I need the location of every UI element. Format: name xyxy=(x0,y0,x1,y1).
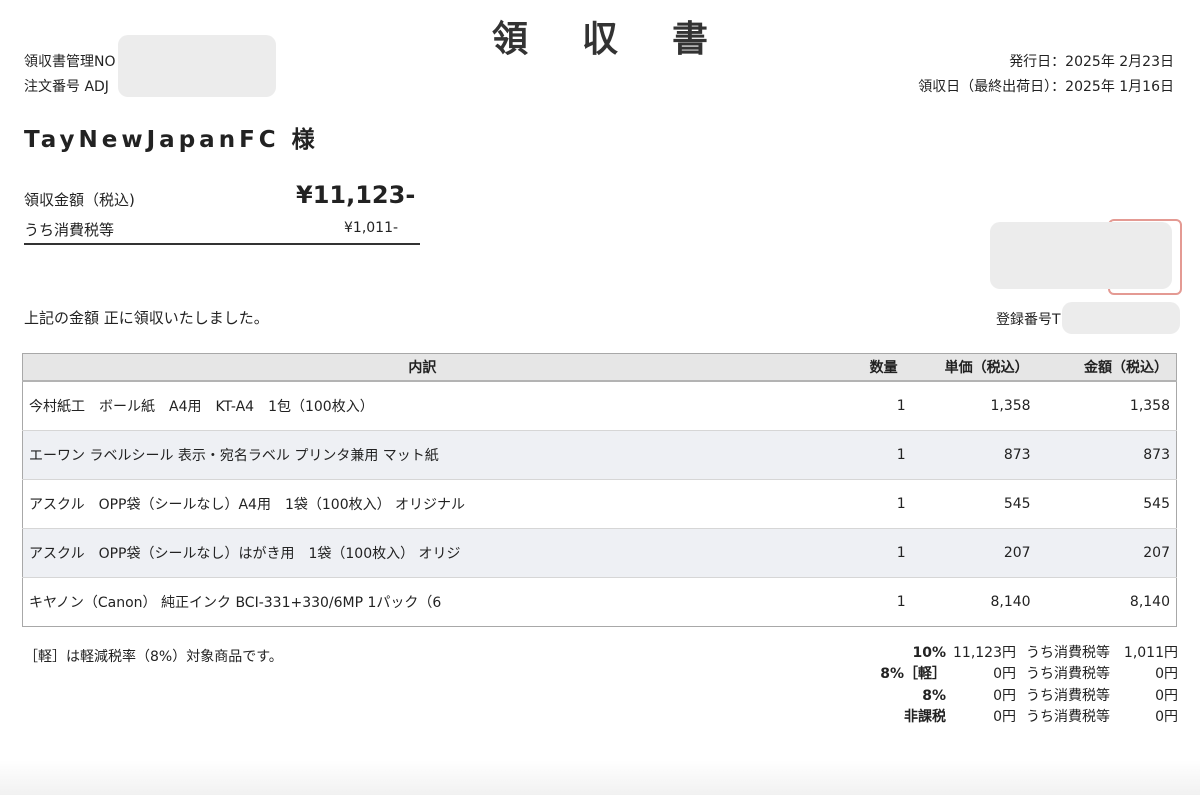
taxable-amount: 0円 xyxy=(993,687,1016,704)
item-quantity: 1 xyxy=(821,528,906,578)
table-header-row: 内訳 数量 単価（税込） 金額（税込） xyxy=(22,353,1177,382)
item-amount: 207 xyxy=(1036,528,1177,578)
receipt-mgmt-number-label: 領収書管理NO xyxy=(24,54,116,70)
taxable-amount: 0円 xyxy=(993,708,1016,725)
taxable-amount: 11,123円 xyxy=(953,645,1016,661)
redacted-registration-number xyxy=(1062,302,1180,334)
item-unit-price: 207 xyxy=(905,528,1037,578)
amount-value: ¥11,123- xyxy=(296,181,416,209)
item-amount: 545 xyxy=(1036,479,1177,529)
customer-name: TayNewJapanFC 様 xyxy=(24,127,319,153)
item-unit-price: 545 xyxy=(905,479,1037,529)
received-statement: 上記の金額 正に領収いたしました。 xyxy=(24,309,269,327)
tax-label: うち消費税等 xyxy=(1026,666,1110,683)
item-name: キヤノン（Canon） 純正インク BCI-331+330/6MP 1パック（6 xyxy=(22,577,822,627)
consumption-tax-value: ¥1,011- xyxy=(344,220,399,236)
column-header-quantity: 数量 xyxy=(821,353,906,382)
tax-amount: 0円 xyxy=(1155,687,1178,704)
column-header-amount: 金額（税込） xyxy=(1036,353,1177,382)
table-row: エーワン ラベルシール 表示・宛名ラベル プリンタ兼用 マット紙 1 873 8… xyxy=(22,430,1177,480)
item-unit-price: 873 xyxy=(905,430,1037,480)
column-header-unit-price: 単価（税込） xyxy=(905,353,1037,382)
table-row: アスクル OPP袋（シールなし）A4用 1袋（100枚入） オリジナル 1 54… xyxy=(22,479,1177,529)
issue-date: 発行日：2025年 2月23日 xyxy=(1009,54,1174,70)
tax-rate-summary: 10% 11,123円 うち消費税等 1,011円 8%［軽］ 0円 うち消費税… xyxy=(800,643,1178,728)
tax-amount: 0円 xyxy=(1155,708,1178,725)
consumption-tax-label: うち消費税等 xyxy=(24,221,115,239)
tax-rate: 8% xyxy=(922,687,946,704)
tax-rate: 非課税 xyxy=(904,708,946,725)
item-amount: 8,140 xyxy=(1036,577,1177,627)
receipt-date: 領収日（最終出荷日）：2025年 1月16日 xyxy=(918,79,1174,95)
item-unit-price: 1,358 xyxy=(905,380,1037,431)
registration-number-label: 登録番号T xyxy=(996,312,1061,328)
tax-rate: 10% xyxy=(912,645,946,661)
table-row: アスクル OPP袋（シールなし）はがき用 1袋（100枚入） オリジ 1 207… xyxy=(22,528,1177,578)
amount-underline xyxy=(24,243,420,245)
tax-label: うち消費税等 xyxy=(1026,708,1110,725)
tax-label: うち消費税等 xyxy=(1026,645,1110,661)
table-row: 今村紙工 ボール紙 A4用 KT-A4 1包（100枚入） 1 1,358 1,… xyxy=(22,380,1177,431)
item-name: アスクル OPP袋（シールなし）はがき用 1袋（100枚入） オリジ xyxy=(22,528,822,578)
page-bottom-edge xyxy=(0,760,1200,795)
item-unit-price: 8,140 xyxy=(905,577,1037,627)
item-name: エーワン ラベルシール 表示・宛名ラベル プリンタ兼用 マット紙 xyxy=(22,430,822,480)
redacted-company-block xyxy=(990,222,1172,289)
item-quantity: 1 xyxy=(821,479,906,529)
tax-amount: 0円 xyxy=(1155,666,1178,683)
reduced-tax-note: ［軽］は軽減税率（8%）対象商品です。 xyxy=(24,649,283,665)
taxable-amount: 0円 xyxy=(993,666,1016,683)
column-header-item: 内訳 xyxy=(22,353,822,382)
tax-label: うち消費税等 xyxy=(1026,687,1110,704)
item-name: アスクル OPP袋（シールなし）A4用 1袋（100枚入） オリジナル xyxy=(22,479,822,529)
items-table: 内訳 数量 単価（税込） 金額（税込） 今村紙工 ボール紙 A4用 KT-A4 … xyxy=(22,353,1177,627)
tax-rate: 8%［軽］ xyxy=(880,666,946,683)
item-quantity: 1 xyxy=(821,430,906,480)
item-amount: 873 xyxy=(1036,430,1177,480)
item-quantity: 1 xyxy=(821,380,906,431)
item-amount: 1,358 xyxy=(1036,380,1177,431)
order-number-label: 注文番号 ADJ xyxy=(24,79,109,95)
item-quantity: 1 xyxy=(821,577,906,627)
redacted-block xyxy=(118,35,276,97)
table-row: キヤノン（Canon） 純正インク BCI-331+330/6MP 1パック（6… xyxy=(22,577,1177,627)
amount-label: 領収金額（税込) xyxy=(24,191,135,209)
tax-amount: 1,011円 xyxy=(1123,645,1178,661)
item-name: 今村紙工 ボール紙 A4用 KT-A4 1包（100枚入） xyxy=(22,380,822,431)
